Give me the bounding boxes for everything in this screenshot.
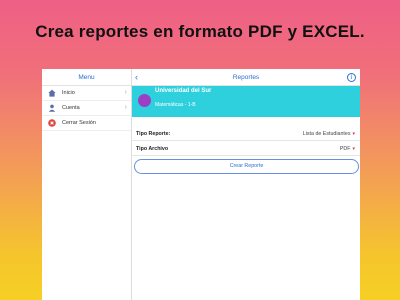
file-type-value: PDF <box>339 146 351 152</box>
sidebar-item-cerrar-sesion[interactable]: Cerrar Sesión <box>42 116 131 131</box>
sidebar-title: Menu <box>42 69 131 86</box>
report-type-row[interactable]: Tipo Reporte: Lista de Estudiantes ▾ <box>132 127 360 141</box>
logout-icon <box>47 119 56 128</box>
university-name: Universidad del Sur <box>155 88 212 94</box>
report-type-label: Tipo Reporte: <box>136 131 171 137</box>
report-type-select[interactable]: Lista de Estudiantes ▾ <box>303 131 355 137</box>
course-banner: Universidad del Sur Matemáticas - 1-B <box>132 86 360 117</box>
info-icon[interactable]: i <box>347 73 356 82</box>
sidebar: Menu Inicio › Cuenta › Cerrar Sesión <box>42 69 132 300</box>
user-icon <box>47 104 56 113</box>
create-report-button[interactable]: Crear Reporte <box>134 159 359 174</box>
sidebar-item-label: Cerrar Sesión <box>62 120 96 126</box>
course-avatar <box>138 94 151 107</box>
chevron-right-icon: › <box>124 104 127 111</box>
report-type-value: Lista de Estudiantes <box>302 131 351 137</box>
chevron-right-icon: › <box>124 89 127 96</box>
home-icon <box>47 89 56 98</box>
file-type-select[interactable]: PDF ▾ <box>340 146 355 152</box>
promo-title: Crea reportes en formato PDF y EXCEL. <box>35 22 365 41</box>
sidebar-item-label: Cuenta <box>62 105 80 111</box>
app-screen: Menu Inicio › Cuenta › Cerrar Sesión ‹ R… <box>42 69 360 300</box>
main-panel: ‹ Reportes i Universidad del Sur Matemát… <box>132 69 360 300</box>
sidebar-item-cuenta[interactable]: Cuenta › <box>42 101 131 116</box>
nav-bar: ‹ Reportes i <box>132 69 360 86</box>
file-type-row[interactable]: Tipo Archivo PDF ▾ <box>132 142 360 156</box>
caret-down-icon: ▾ <box>352 131 355 137</box>
course-name: Matemáticas - 1-B <box>155 102 196 108</box>
file-type-label: Tipo Archivo <box>136 146 169 152</box>
page-title: Reportes <box>232 74 260 81</box>
chevron-left-icon[interactable]: ‹ <box>135 69 138 85</box>
caret-down-icon: ▾ <box>352 146 355 152</box>
sidebar-item-label: Inicio <box>62 90 75 96</box>
sidebar-item-inicio[interactable]: Inicio › <box>42 86 131 101</box>
